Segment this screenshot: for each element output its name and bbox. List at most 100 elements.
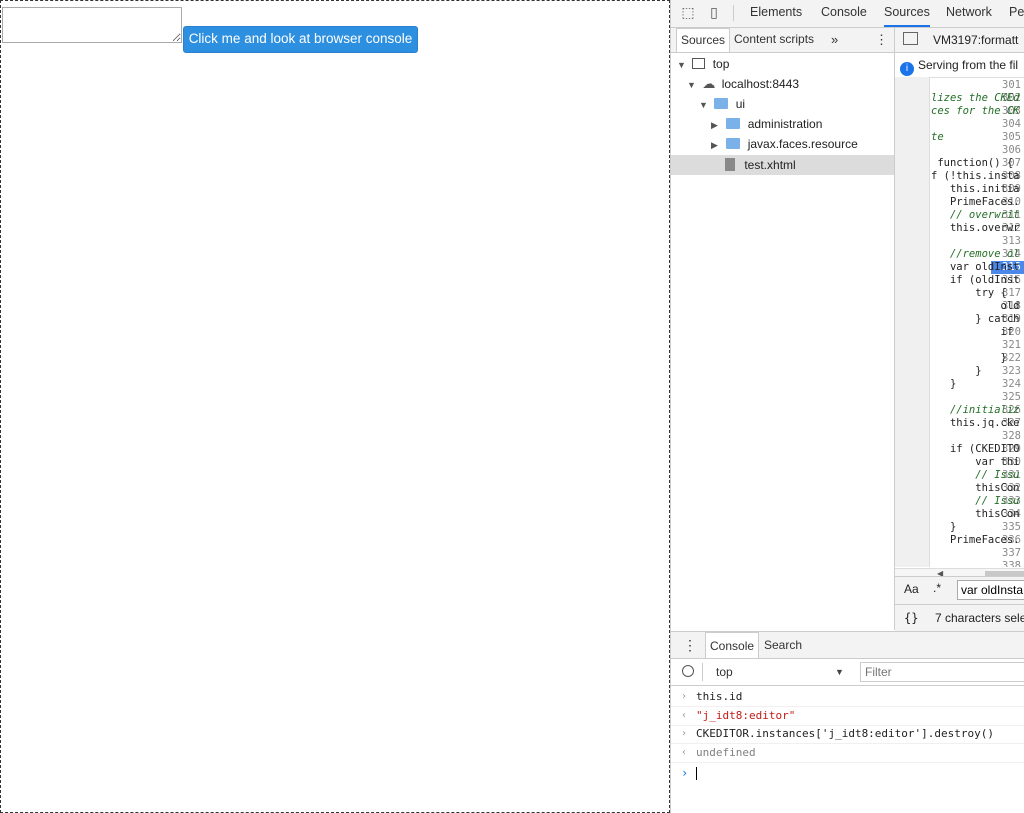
editor-pane: VM3197:formatt i Serving from the fil 301… [895,28,1024,631]
collapse-arrow-icon: ▶ [711,120,718,130]
code-view[interactable]: 301 302 lizes the CKEd 303 ces for the CK 304… [895,77,1024,567]
expand-arrow-icon: ▼ [699,100,708,110]
navigator-pane: Sources Content scripts » ⋮ ▼ top ▼ ☁ lo… [671,28,895,630]
code-line: } catch [931,313,1020,325]
kebab-menu-icon[interactable]: ⋮ [875,28,888,52]
navigator-tabs: Sources Content scripts » ⋮ [671,28,894,53]
context-selector[interactable]: top ▼ [706,662,846,682]
code-line: } [931,365,982,377]
input-arrow-icon: › [681,728,688,739]
code-line: ces for the CK [931,105,1020,117]
collapse-arrow-icon: ▶ [711,140,718,150]
tree-item-administration[interactable]: ▶ administration [711,114,822,134]
code-line: this.initia [931,183,1020,195]
tab-network[interactable]: Network [946,0,992,27]
more-tabs-icon[interactable]: » [831,28,838,52]
code-line: var thi [931,456,1020,468]
tree-item-label: ui [735,97,746,111]
inspect-element-icon[interactable]: ⬚ [679,4,697,22]
tab-navigator-sources[interactable]: Sources [676,28,731,52]
code-line: // Issu [931,495,1020,507]
console-message-text: this.id [696,690,743,703]
code-line: this.jq.cke [931,417,1020,429]
editor-tabs: VM3197:formatt [895,28,1024,53]
console-message-text: undefined [696,745,756,759]
code-line: if (oldInst [931,274,1020,286]
info-icon: i [900,62,914,76]
tree-item-localhost[interactable]: ▼ ☁ localhost:8443 [687,74,799,94]
code-line: thisCon [931,482,1020,494]
line-number[interactable]: 335 [991,521,1021,534]
context-value: top [716,665,733,679]
folder-icon [726,138,741,149]
line-number[interactable]: 324 [991,378,1021,391]
tree-item-label: top [712,57,730,71]
code-line: } [931,352,1007,364]
code-line: lizes the CKEd [931,92,1020,104]
code-line: } [931,521,957,533]
tab-performance[interactable]: Pe [1009,0,1024,27]
clear-console-icon[interactable] [682,665,694,677]
console-message-text: "j_idt8:editor" [696,708,796,722]
console-button[interactable]: Click me and look at browser console [183,26,418,53]
tree-item-ui[interactable]: ▼ ui [699,94,745,114]
line-number[interactable]: 321 [991,339,1021,352]
line-number[interactable]: 338 [991,560,1021,567]
editor-textarea[interactable] [2,7,182,43]
console-drawer: ⋮ Console Search top ▼ › this.id ‹ "j_idt8:… [671,631,1024,813]
tree-item-label: javax.faces.resource [747,137,858,151]
line-number[interactable]: 323 [991,365,1021,378]
regex-button[interactable]: .* [933,581,941,595]
tree-item-top[interactable]: ▼ top [677,54,729,74]
line-number[interactable]: 325 [991,391,1021,404]
tab-sources[interactable]: Sources [884,0,930,27]
tree-item-test-xhtml[interactable]: test.xhtml [723,155,796,175]
line-gutter [895,77,930,567]
line-number[interactable]: 313 [991,235,1021,248]
match-case-button[interactable]: Aa [904,582,919,596]
console-message-text: CKEDITOR.instances['j_idt8:editor'].dest… [696,727,995,740]
line-number[interactable]: 337 [991,547,1021,560]
drawer-tab-console[interactable]: Console [705,632,760,658]
input-arrow-icon: › [681,691,688,702]
cloud-icon: ☁ [702,76,716,91]
text-cursor [696,767,697,780]
drawer-tabs: ⋮ Console Search [671,632,1024,659]
drawer-menu-icon[interactable]: ⋮ [683,632,697,658]
device-toolbar-icon[interactable]: ▯ [705,4,723,22]
code-line: //remove ol [931,248,1020,260]
code-line: f (!this.insta [931,170,1020,182]
expand-arrow-icon: ▼ [677,60,686,70]
pretty-print-icon[interactable]: {} [904,605,918,631]
console-filter-input[interactable] [860,662,1024,682]
toolbar-divider [702,663,703,681]
tab-console[interactable]: Console [821,0,867,27]
console-message: › CKEDITOR.instances['j_idt8:editor'].des… [671,725,1024,744]
search-bar: Aa .* [895,576,1024,605]
console-prompt[interactable]: › [671,764,1024,782]
tree-item-javax-faces-resource[interactable]: ▶ javax.faces.resource [711,134,858,154]
code-line: try { [931,287,1007,299]
code-line: old [931,300,1020,312]
line-number[interactable]: 328 [991,430,1021,443]
result-arrow-icon: ‹ [681,709,688,721]
code-line: PrimeFaces. [931,196,1020,208]
page-area: Click me and look at browser console [0,0,670,813]
tree-item-label: administration [747,117,823,131]
line-number[interactable]: 301 [991,79,1021,92]
line-number[interactable]: 305 [991,131,1021,144]
code-line: //initializ [931,404,1020,416]
line-number[interactable]: 304 [991,118,1021,131]
drawer-tab-search[interactable]: Search [764,632,802,658]
editor-status-bar: {} 7 characters sele [895,604,1024,631]
toggle-navigator-icon[interactable] [903,32,918,45]
search-input[interactable] [957,580,1024,600]
code-line: if (CKEDITO [931,443,1020,455]
tab-elements[interactable]: Elements [750,0,802,27]
tab-content-scripts[interactable]: Content scripts [734,28,814,52]
code-line: } [931,378,957,390]
result-arrow-icon: ‹ [681,746,688,758]
code-line: this.overwr [931,222,1020,234]
line-number[interactable]: 306 [991,144,1021,157]
editor-tab-file[interactable]: VM3197:formatt [933,28,1018,52]
